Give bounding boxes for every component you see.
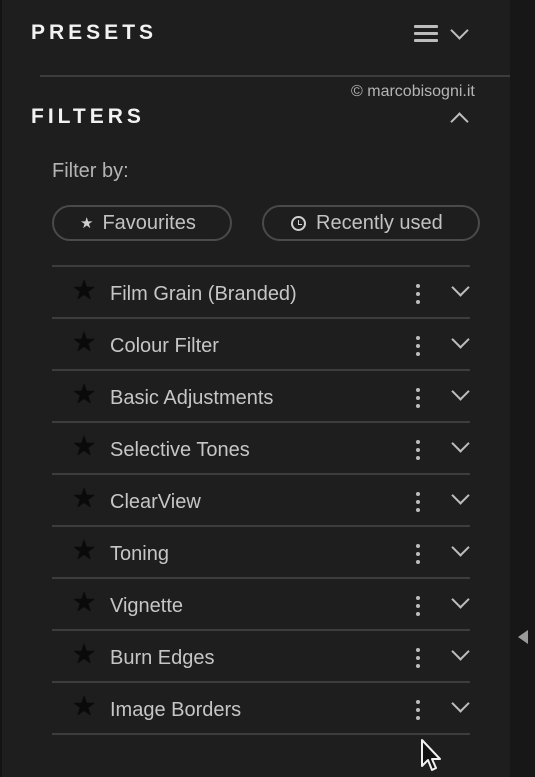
filter-row-colour-filter[interactable]: ★ Colour Filter <box>52 319 470 371</box>
mouse-pointer-icon <box>421 739 441 771</box>
filter-row-vignette[interactable]: ★ Vignette <box>52 579 470 631</box>
filter-label: Film Grain (Branded) <box>110 283 297 305</box>
filters-collapse-chevron-icon[interactable] <box>450 112 469 131</box>
favourite-star-icon[interactable]: ★ <box>72 589 96 616</box>
recently-used-label: Recently used <box>316 211 443 234</box>
more-options-icon[interactable] <box>416 388 420 408</box>
expand-chevron-icon[interactable] <box>451 642 470 661</box>
filter-label: Selective Tones <box>110 439 250 461</box>
history-icon <box>291 215 306 231</box>
favourite-star-icon[interactable]: ★ <box>72 381 96 408</box>
expand-chevron-icon[interactable] <box>451 538 470 557</box>
more-options-icon[interactable] <box>416 648 420 668</box>
favourite-star-icon[interactable]: ★ <box>72 537 96 564</box>
favourite-star-icon[interactable]: ★ <box>72 485 96 512</box>
favourites-filter-button[interactable]: ★ Favourites <box>52 205 232 241</box>
expand-chevron-icon[interactable] <box>451 590 470 609</box>
filter-row-burn-edges[interactable]: ★ Burn Edges <box>52 631 470 683</box>
filter-list: ★ Film Grain (Branded) ★ Colour Filter ★… <box>52 265 470 735</box>
filter-label: Toning <box>110 543 169 565</box>
collapse-panel-arrow-icon[interactable] <box>518 630 528 644</box>
filter-label: Image Borders <box>110 699 242 721</box>
section-divider <box>40 75 510 77</box>
more-options-icon[interactable] <box>416 440 420 460</box>
filter-row-clearview[interactable]: ★ ClearView <box>52 475 470 527</box>
favourite-star-icon[interactable]: ★ <box>72 277 96 304</box>
filter-label: Vignette <box>110 595 184 617</box>
star-icon: ★ <box>80 214 94 232</box>
filter-row-film-grain[interactable]: ★ Film Grain (Branded) <box>52 267 470 319</box>
favourite-star-icon[interactable]: ★ <box>72 433 96 460</box>
filters-section-title[interactable]: FILTERS <box>31 105 145 129</box>
more-options-icon[interactable] <box>416 336 420 356</box>
filter-label: Colour Filter <box>110 335 219 357</box>
filter-label: Basic Adjustments <box>110 387 274 409</box>
recently-used-filter-button[interactable]: Recently used <box>262 205 480 241</box>
filter-label: Burn Edges <box>110 647 215 669</box>
filter-row-image-borders[interactable]: ★ Image Borders <box>52 683 470 735</box>
expand-chevron-icon[interactable] <box>451 434 470 453</box>
more-options-icon[interactable] <box>416 700 420 720</box>
filter-by-label: Filter by: <box>52 160 129 182</box>
filter-row-selective-tones[interactable]: ★ Selective Tones <box>52 423 470 475</box>
more-options-icon[interactable] <box>416 596 420 616</box>
presets-expand-chevron-icon[interactable] <box>450 21 469 40</box>
favourites-label: Favourites <box>102 211 196 234</box>
expand-chevron-icon[interactable] <box>451 486 470 505</box>
panel-left-border <box>0 0 2 777</box>
filter-row-basic-adjustments[interactable]: ★ Basic Adjustments <box>52 371 470 423</box>
more-options-icon[interactable] <box>416 544 420 564</box>
filters-panel: PRESETS © marcobisogni.it FILTERS Filter… <box>0 0 535 777</box>
presets-menu-icon[interactable] <box>414 25 438 44</box>
expand-chevron-icon[interactable] <box>451 382 470 401</box>
more-options-icon[interactable] <box>416 284 420 304</box>
more-options-icon[interactable] <box>416 492 420 512</box>
panel-side-strip <box>510 0 535 777</box>
favourite-star-icon[interactable]: ★ <box>72 329 96 356</box>
favourite-star-icon[interactable]: ★ <box>72 641 96 668</box>
expand-chevron-icon[interactable] <box>451 694 470 713</box>
favourite-star-icon[interactable]: ★ <box>72 693 96 720</box>
filter-row-toning[interactable]: ★ Toning <box>52 527 470 579</box>
filter-label: ClearView <box>110 491 201 513</box>
expand-chevron-icon[interactable] <box>451 330 470 349</box>
watermark-text: © marcobisogni.it <box>351 83 475 100</box>
presets-section-title[interactable]: PRESETS <box>31 21 157 45</box>
expand-chevron-icon[interactable] <box>451 278 470 297</box>
